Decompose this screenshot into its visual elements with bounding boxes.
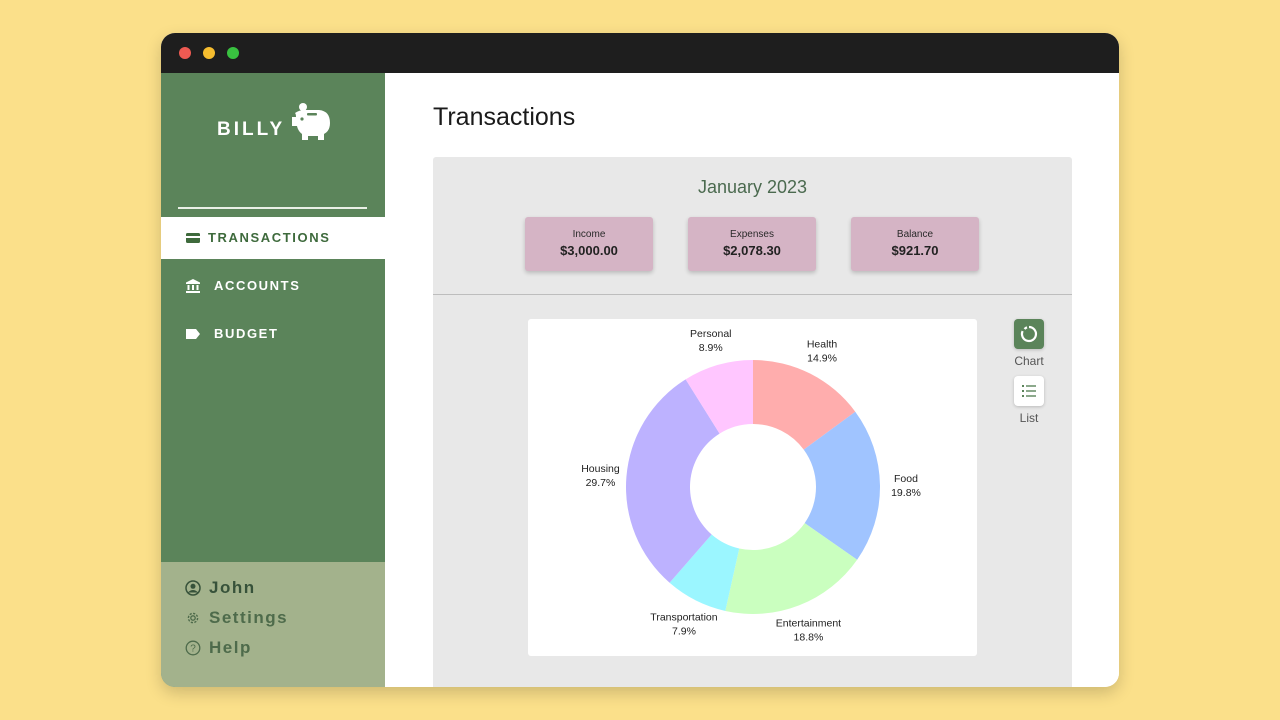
brand-logo[interactable]: BILLY	[161, 99, 385, 143]
slice-label-food: Food	[894, 473, 918, 485]
list-view-label: List	[1019, 411, 1039, 425]
help-circle-icon: ?	[185, 640, 201, 656]
slice-value-entertainment: 18.8%	[794, 632, 824, 644]
app-window: BILLY TRANSACTIONS ACCOUNTS BUDGET John …	[161, 33, 1119, 687]
brand-divider	[178, 207, 367, 209]
slice-label-transportation: Transportation	[650, 612, 717, 624]
card-label: Balance	[896, 229, 934, 240]
list-icon	[1022, 385, 1036, 397]
income-card: Income $3,000.00	[525, 217, 653, 271]
chart-view-label: Chart	[1014, 354, 1044, 368]
slice-label-housing: Housing	[581, 463, 620, 475]
chart-container: Health 14.9% Food 19.8% Entertainment 18.8% Tr…	[528, 319, 977, 656]
sidebar-footer: John Settings ? Help	[161, 562, 385, 687]
sidebar-item-transactions[interactable]: TRANSACTIONS	[161, 217, 385, 259]
slice-value-transportation: 7.9%	[672, 626, 696, 638]
maximize-window-button[interactable]	[227, 47, 239, 59]
expense-donut-chart: Health 14.9% Food 19.8% Entertainment 18.8% Tr…	[581, 328, 921, 644]
main-content: Transactions January 2023 Income $3,000.…	[385, 73, 1119, 687]
settings-label: Settings	[209, 608, 289, 627]
panel-divider	[433, 294, 1072, 295]
piggy-bank-icon	[292, 103, 330, 140]
svg-text:?: ?	[190, 644, 196, 655]
help-label: Help	[209, 638, 252, 657]
slice-value-food: 19.8%	[891, 487, 921, 499]
gear-icon	[187, 612, 199, 624]
page-title: Transactions	[433, 103, 576, 131]
user-name: John	[209, 578, 256, 597]
slice-label-health: Health	[807, 338, 838, 350]
slice-label-personal: Personal	[690, 328, 731, 340]
card-label: Income	[572, 229, 606, 240]
tag-icon	[186, 329, 200, 339]
sidebar-item-budget[interactable]: BUDGET	[161, 313, 385, 355]
slice-label-entertainment: Entertainment	[776, 618, 841, 630]
minimize-window-button[interactable]	[203, 47, 215, 59]
donut-chart-icon	[1020, 325, 1038, 343]
slice-value-health: 14.9%	[807, 352, 837, 364]
window-titlebar	[161, 33, 1119, 73]
sidebar-item-label: ACCOUNTS	[214, 278, 301, 293]
slice-value-housing: 29.7%	[586, 477, 616, 489]
sidebar-item-label: BUDGET	[214, 326, 279, 341]
card-value: $3,000.00	[560, 243, 618, 258]
transactions-panel: January 2023 Income $3,000.00 Expenses $…	[433, 157, 1072, 687]
sidebar: BILLY TRANSACTIONS ACCOUNTS BUDGET John …	[161, 73, 385, 687]
bank-icon	[186, 279, 200, 293]
expenses-card: Expenses $2,078.30	[688, 217, 816, 271]
chart-view-button[interactable]	[1014, 319, 1044, 349]
balance-card: Balance $921.70	[851, 217, 979, 271]
list-view-button[interactable]	[1014, 376, 1044, 406]
card-value: $2,078.30	[723, 243, 781, 258]
brand-name: BILLY	[217, 119, 286, 140]
slice-value-personal: 8.9%	[699, 342, 723, 354]
sidebar-item-label: TRANSACTIONS	[208, 230, 331, 245]
credit-card-icon	[186, 233, 200, 243]
month-selector[interactable]: January 2023	[433, 177, 1072, 198]
card-value: $921.70	[891, 243, 939, 258]
close-window-button[interactable]	[179, 47, 191, 59]
sidebar-item-accounts[interactable]: ACCOUNTS	[161, 265, 385, 307]
card-label: Expenses	[730, 229, 774, 240]
user-circle-icon	[185, 580, 201, 596]
